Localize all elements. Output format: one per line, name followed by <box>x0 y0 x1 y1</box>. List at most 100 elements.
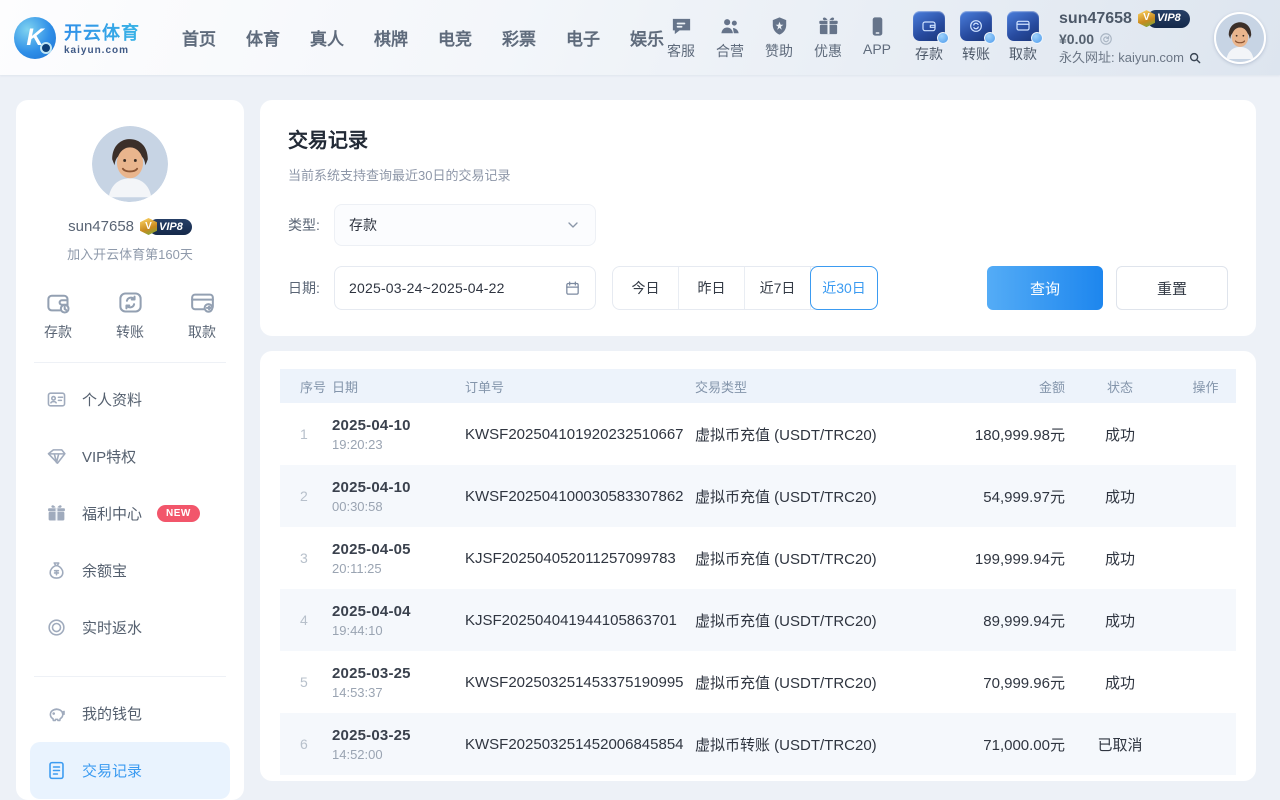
records-icon <box>46 760 67 781</box>
user-avatar[interactable] <box>1214 12 1266 64</box>
time-value: 20:11:25 <box>332 561 465 576</box>
cell-action <box>1175 651 1236 713</box>
cell-amount: 71,000.00元 <box>935 713 1065 775</box>
nav-item-首页[interactable]: 首页 <box>182 25 216 50</box>
icon-nav-chat[interactable]: 客服 <box>667 15 695 61</box>
sidebar-username: sun47658 <box>68 218 134 235</box>
vip-gem-icon <box>46 446 67 467</box>
main-content: 交易记录 当前系统支持查询最近30日的交易记录 类型: 存款 日期: 2025-… <box>260 100 1256 781</box>
cell-status: 成功 <box>1065 651 1175 713</box>
cell-amount: 180,999.98元 <box>935 403 1065 465</box>
sidebar-vip-badge: V VIP8 <box>140 218 192 235</box>
sidebar-item-个人资料[interactable]: 个人资料 <box>30 371 230 428</box>
quick-date-今日[interactable]: 今日 <box>613 267 679 309</box>
sidebar-item-label: 个人资料 <box>82 389 142 410</box>
sidebar-item-VIP特权[interactable]: VIP特权 <box>30 428 230 485</box>
nav-item-棋牌[interactable]: 棋牌 <box>374 25 408 50</box>
sidebar-quick-label: 存款 <box>44 322 72 342</box>
icon-nav-phone[interactable]: APP <box>863 15 891 61</box>
nav-item-体育[interactable]: 体育 <box>246 25 280 50</box>
quick-date-近7日[interactable]: 近7日 <box>745 267 811 309</box>
type-select-value: 存款 <box>349 215 377 235</box>
cell-status: 成功 <box>1065 527 1175 589</box>
brand-name: 开云体育 <box>64 19 140 45</box>
nav-item-彩票[interactable]: 彩票 <box>502 25 536 50</box>
sidebar-item-福利中心[interactable]: 福利中心NEW <box>30 485 230 542</box>
main-nav: 首页 体育 真人 棋牌 电竞 彩票 电子 娱乐 <box>182 25 664 50</box>
table-header-row: 序号日期订单号交易类型金额状态操作 <box>280 369 1236 403</box>
sidebar-quick-wallet-button[interactable]: 存款 <box>44 289 72 342</box>
search-icon[interactable] <box>1188 51 1202 65</box>
sidebar-item-实时返水[interactable]: 实时返水 <box>30 599 230 656</box>
type-select[interactable]: 存款 <box>334 204 596 246</box>
sidebar-item-交易记录[interactable]: 交易记录 <box>30 742 230 799</box>
icon-nav-gift[interactable]: 优惠 <box>814 15 842 61</box>
cell-date: 2025-03-2514:52:00 <box>332 713 465 775</box>
nav-item-电子[interactable]: 电子 <box>566 25 600 50</box>
icon-nav-label: 优惠 <box>814 41 842 61</box>
icon-nav-label: 合营 <box>716 41 744 61</box>
cell-date: 2025-04-1000:30:58 <box>332 465 465 527</box>
quick-wallet-button[interactable]: 存款 <box>913 11 945 64</box>
icon-nav-label: 客服 <box>667 41 695 61</box>
nav-item-真人[interactable]: 真人 <box>310 25 344 50</box>
user-block: sun47658 V VIP8 ¥0.00 永久网址: kaiyun.com <box>1059 9 1202 67</box>
table-row: 42025-04-0419:44:10KJSF20250404194410586… <box>280 589 1236 651</box>
cell-date: 2025-04-0520:11:25 <box>332 527 465 589</box>
quick-transfer-button[interactable]: 转账 <box>960 11 992 64</box>
quick-card-button[interactable]: 取款 <box>1007 11 1039 64</box>
id-card-icon <box>46 389 67 410</box>
nav-item-电竞[interactable]: 电竞 <box>438 25 472 50</box>
chat-icon <box>670 15 693 38</box>
cell-seq: 5 <box>280 651 332 713</box>
quick-tile-label: 转账 <box>962 44 990 64</box>
icon-nav-partners[interactable]: 合营 <box>716 15 744 61</box>
records-table: 序号日期订单号交易类型金额状态操作 12025-04-1019:20:23KWS… <box>280 369 1236 775</box>
nav-item-娱乐[interactable]: 娱乐 <box>630 25 664 50</box>
col-header-日期: 日期 <box>332 369 465 403</box>
table-row: 52025-03-2514:53:37KWSF20250325145337519… <box>280 651 1236 713</box>
piggy-icon <box>46 703 67 724</box>
gift-icon <box>46 503 67 524</box>
sponsor-icon <box>768 15 791 38</box>
table-row: 12025-04-1019:20:23KWSF20250410192023251… <box>280 403 1236 465</box>
brand-logo[interactable]: K 开云体育 kaiyun.com <box>14 17 140 59</box>
icon-nav-sponsor[interactable]: 赞助 <box>765 15 793 61</box>
sidebar-menu: 个人资料 VIP特权福利中心NEW余额宝实时返水 <box>30 371 230 656</box>
reset-button[interactable]: 重置 <box>1116 266 1228 310</box>
quick-date-昨日[interactable]: 昨日 <box>679 267 745 309</box>
coin-icon <box>46 617 67 638</box>
page-subtitle: 当前系统支持查询最近30日的交易记录 <box>288 165 1228 184</box>
gift-icon <box>817 15 840 38</box>
sidebar-quick-actions: 存款 转账取款 <box>30 289 230 342</box>
cell-action <box>1175 589 1236 651</box>
username[interactable]: sun47658 <box>1059 9 1132 29</box>
date-range-input[interactable]: 2025-03-24~2025-04-22 <box>334 266 596 310</box>
cell-type: 虚拟币转账 (USDT/TRC20) <box>695 713 935 775</box>
quick-date-group: 今日昨日近7日近30日 <box>612 266 878 310</box>
cell-date: 2025-04-0419:44:10 <box>332 589 465 651</box>
cell-seq: 4 <box>280 589 332 651</box>
query-button[interactable]: 查询 <box>987 266 1103 310</box>
cell-type: 虚拟币充值 (USDT/TRC20) <box>695 465 935 527</box>
refresh-balance-icon[interactable] <box>1099 32 1113 46</box>
quick-date-近30日[interactable]: 近30日 <box>810 266 878 310</box>
sidebar-quick-label: 取款 <box>188 322 216 342</box>
sidebar-item-余额宝[interactable]: 余额宝 <box>30 542 230 599</box>
cell-seq: 3 <box>280 527 332 589</box>
sidebar-item-我的钱包[interactable]: 我的钱包 <box>30 685 230 742</box>
quick-tile-label: 取款 <box>1009 44 1037 64</box>
cell-order: KJSF202504052011257099783 <box>465 527 695 589</box>
card-icon <box>189 289 216 316</box>
cell-action <box>1175 403 1236 465</box>
profile-avatar[interactable] <box>92 126 168 202</box>
date-value: 2025-03-25 <box>332 665 465 682</box>
sidebar-wallet-menu: 我的钱包交易记录 <box>30 685 230 799</box>
col-header-交易类型: 交易类型 <box>695 369 935 403</box>
sidebar-quick-transfer-button[interactable]: 转账 <box>116 289 144 342</box>
sidebar-quick-card-button[interactable]: 取款 <box>188 289 216 342</box>
cell-date: 2025-04-1019:20:23 <box>332 403 465 465</box>
cell-order: KWSF202503251453375190995 <box>465 651 695 713</box>
logo-icon: K <box>14 17 56 59</box>
chevron-down-icon <box>565 217 581 233</box>
